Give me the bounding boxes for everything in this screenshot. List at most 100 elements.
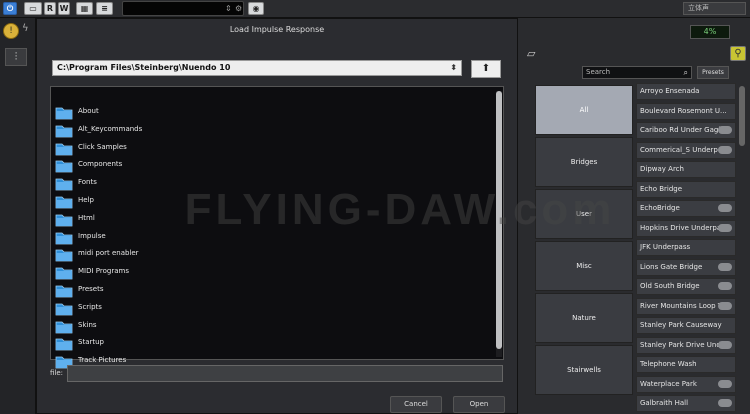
preset-label: Stanley Park Drive Und... — [640, 340, 728, 349]
settings-icon[interactable]: ⚙ — [235, 4, 242, 13]
preset-label: Telephone Wash — [640, 360, 697, 368]
folder-row[interactable]: midi port enabler — [55, 246, 485, 264]
path-dropdown[interactable]: C:\Program Files\Steinberg\Nuendo 10 ⬍ — [52, 60, 462, 76]
preset-item[interactable]: Waterplace Park — [636, 375, 736, 393]
presets-button[interactable]: Presets — [697, 66, 729, 79]
top-toolbar: ⏻ ▭ R W ▦ ≡ ⇕ ⚙ ◉ 立体声 — [0, 0, 750, 18]
preset-item[interactable]: River Mountains Loop T... — [636, 297, 736, 315]
channel-dropdown[interactable]: 立体声 — [683, 2, 746, 15]
folder-icon — [55, 321, 73, 333]
file-name-input[interactable] — [67, 365, 503, 382]
cloud-icon[interactable] — [718, 379, 732, 388]
search-input[interactable]: Search ⌕ — [582, 66, 692, 79]
cloud-icon[interactable] — [718, 301, 732, 310]
up-down-icon[interactable]: ⇕ — [225, 4, 232, 13]
preset-item[interactable]: Lions Gate Bridge — [636, 258, 736, 276]
cloud-icon[interactable] — [718, 262, 732, 271]
preset-item[interactable]: Cariboo Rd Under Gagl... — [636, 122, 736, 139]
cloud-icon[interactable] — [718, 145, 732, 154]
mixer-icon[interactable]: ⫶ — [5, 48, 27, 66]
file-label: file: — [50, 369, 64, 377]
power-icon[interactable]: ⏻ — [3, 2, 17, 15]
preset-field[interactable]: ⇕ ⚙ — [122, 1, 244, 16]
preset-scroll-thumb[interactable] — [739, 86, 745, 146]
camera-icon[interactable]: ◉ — [248, 2, 264, 15]
settings-button[interactable]: ≡ — [96, 2, 113, 15]
app-window: ⏻ ▭ R W ▦ ≡ ⇕ ⚙ ◉ 立体声 ! ϟ ⫶ 4% ⚲ ▱ Searc… — [0, 0, 750, 414]
path-value: C:\Program Files\Steinberg\Nuendo 10 — [57, 63, 231, 72]
compare-button[interactable]: ▦ — [76, 2, 93, 15]
up-arrow-icon: ⬆ — [481, 63, 491, 74]
cloud-icon[interactable] — [718, 126, 732, 134]
category-bridges[interactable]: Bridges — [535, 137, 633, 187]
category-misc[interactable]: Misc — [535, 241, 633, 291]
up-folder-button[interactable]: ⬆ — [471, 60, 501, 78]
folder-icon — [55, 267, 73, 280]
cloud-icon[interactable] — [718, 282, 732, 290]
preset-label: JFK Underpass — [640, 243, 691, 251]
cancel-button[interactable]: Cancel — [390, 396, 442, 413]
bypass-button[interactable]: ▭ — [24, 2, 42, 15]
preset-item[interactable]: Telephone Wash — [636, 356, 736, 373]
preset-item[interactable]: Boulevard Rosemont U... — [636, 102, 736, 120]
preset-label: Waterplace Park — [640, 379, 697, 388]
cloud-icon[interactable] — [718, 223, 732, 232]
folder-row[interactable]: Scripts — [55, 300, 485, 318]
preset-label: River Mountains Loop T... — [640, 301, 728, 310]
folder-icon — [55, 232, 73, 244]
folder-name: About — [78, 107, 99, 115]
dialog-title: Load Impulse Response — [229, 25, 325, 34]
preset-item[interactable]: JFK Underpass — [636, 239, 736, 256]
folder-row[interactable]: MIDI Programs — [55, 264, 485, 282]
preset-item[interactable]: Stanley Park Causeway — [636, 317, 736, 334]
preset-item[interactable]: Arroyo Ensenada — [636, 83, 736, 100]
folder-name: Html — [78, 213, 95, 222]
folder-row[interactable]: Startup — [55, 335, 485, 353]
folder-row[interactable]: About — [55, 104, 485, 122]
folder-name: midi port enabler — [78, 249, 139, 258]
folder-icon — [55, 143, 73, 155]
category-nature[interactable]: Nature — [535, 293, 633, 343]
preset-label: Cariboo Rd Under Gagl... — [640, 126, 727, 134]
write-button[interactable]: W — [58, 2, 70, 15]
folder-name: Components — [78, 160, 123, 169]
cloud-icon[interactable] — [718, 399, 732, 407]
preset-label: Dipway Arch — [640, 165, 684, 173]
left-strip: ! ϟ ⫶ — [0, 18, 36, 414]
cloud-icon[interactable] — [718, 204, 732, 212]
preset-item[interactable]: Stanley Park Drive Und... — [636, 336, 736, 354]
folder-name: Skins — [78, 320, 97, 329]
search-icon[interactable]: ⌕ — [684, 67, 688, 78]
search-placeholder: Search — [586, 68, 611, 76]
folder-icon — [55, 107, 73, 120]
preset-label: Stanley Park Causeway — [640, 321, 722, 329]
preset-item[interactable]: Dipway Arch — [636, 161, 736, 178]
power-knob-icon[interactable]: ! — [3, 23, 19, 39]
preset-label: Commerical_S Underp... — [640, 145, 725, 154]
folder-name: Fonts — [78, 178, 97, 187]
preset-item[interactable]: Old South Bridge — [636, 278, 736, 295]
preset-label: Arroyo Ensenada — [640, 87, 700, 95]
category-all[interactable]: All — [535, 85, 633, 135]
watermark: FLYING-DAW.com — [184, 185, 616, 234]
folder-icon — [55, 214, 73, 227]
preset-item[interactable]: Commerical_S Underp... — [636, 141, 736, 159]
bolt-icon: ϟ — [22, 23, 29, 34]
folder-icon[interactable]: ▱ — [527, 47, 535, 60]
search-toggle-icon[interactable]: ⚲ — [730, 46, 746, 61]
preset-label: Galbraith Hall — [640, 399, 689, 407]
folder-row[interactable]: Components — [55, 157, 485, 175]
preset-label: Boulevard Rosemont U... — [640, 106, 727, 115]
folder-row[interactable]: Alt_Keycommands — [55, 122, 485, 140]
folder-name: Track Pictures — [78, 356, 127, 365]
read-button[interactable]: R — [44, 2, 56, 15]
open-button[interactable]: Open — [453, 396, 505, 413]
category-stairwells[interactable]: Stairwells — [535, 345, 633, 395]
folder-row[interactable]: Click Samples — [55, 140, 485, 158]
folder-row[interactable]: Skins — [55, 318, 485, 336]
folder-row[interactable]: Presets — [55, 282, 485, 300]
preset-label: Lions Gate Bridge — [640, 262, 703, 271]
folder-icon — [55, 196, 73, 209]
preset-item[interactable]: Galbraith Hall — [636, 395, 736, 412]
cloud-icon[interactable] — [718, 340, 732, 349]
